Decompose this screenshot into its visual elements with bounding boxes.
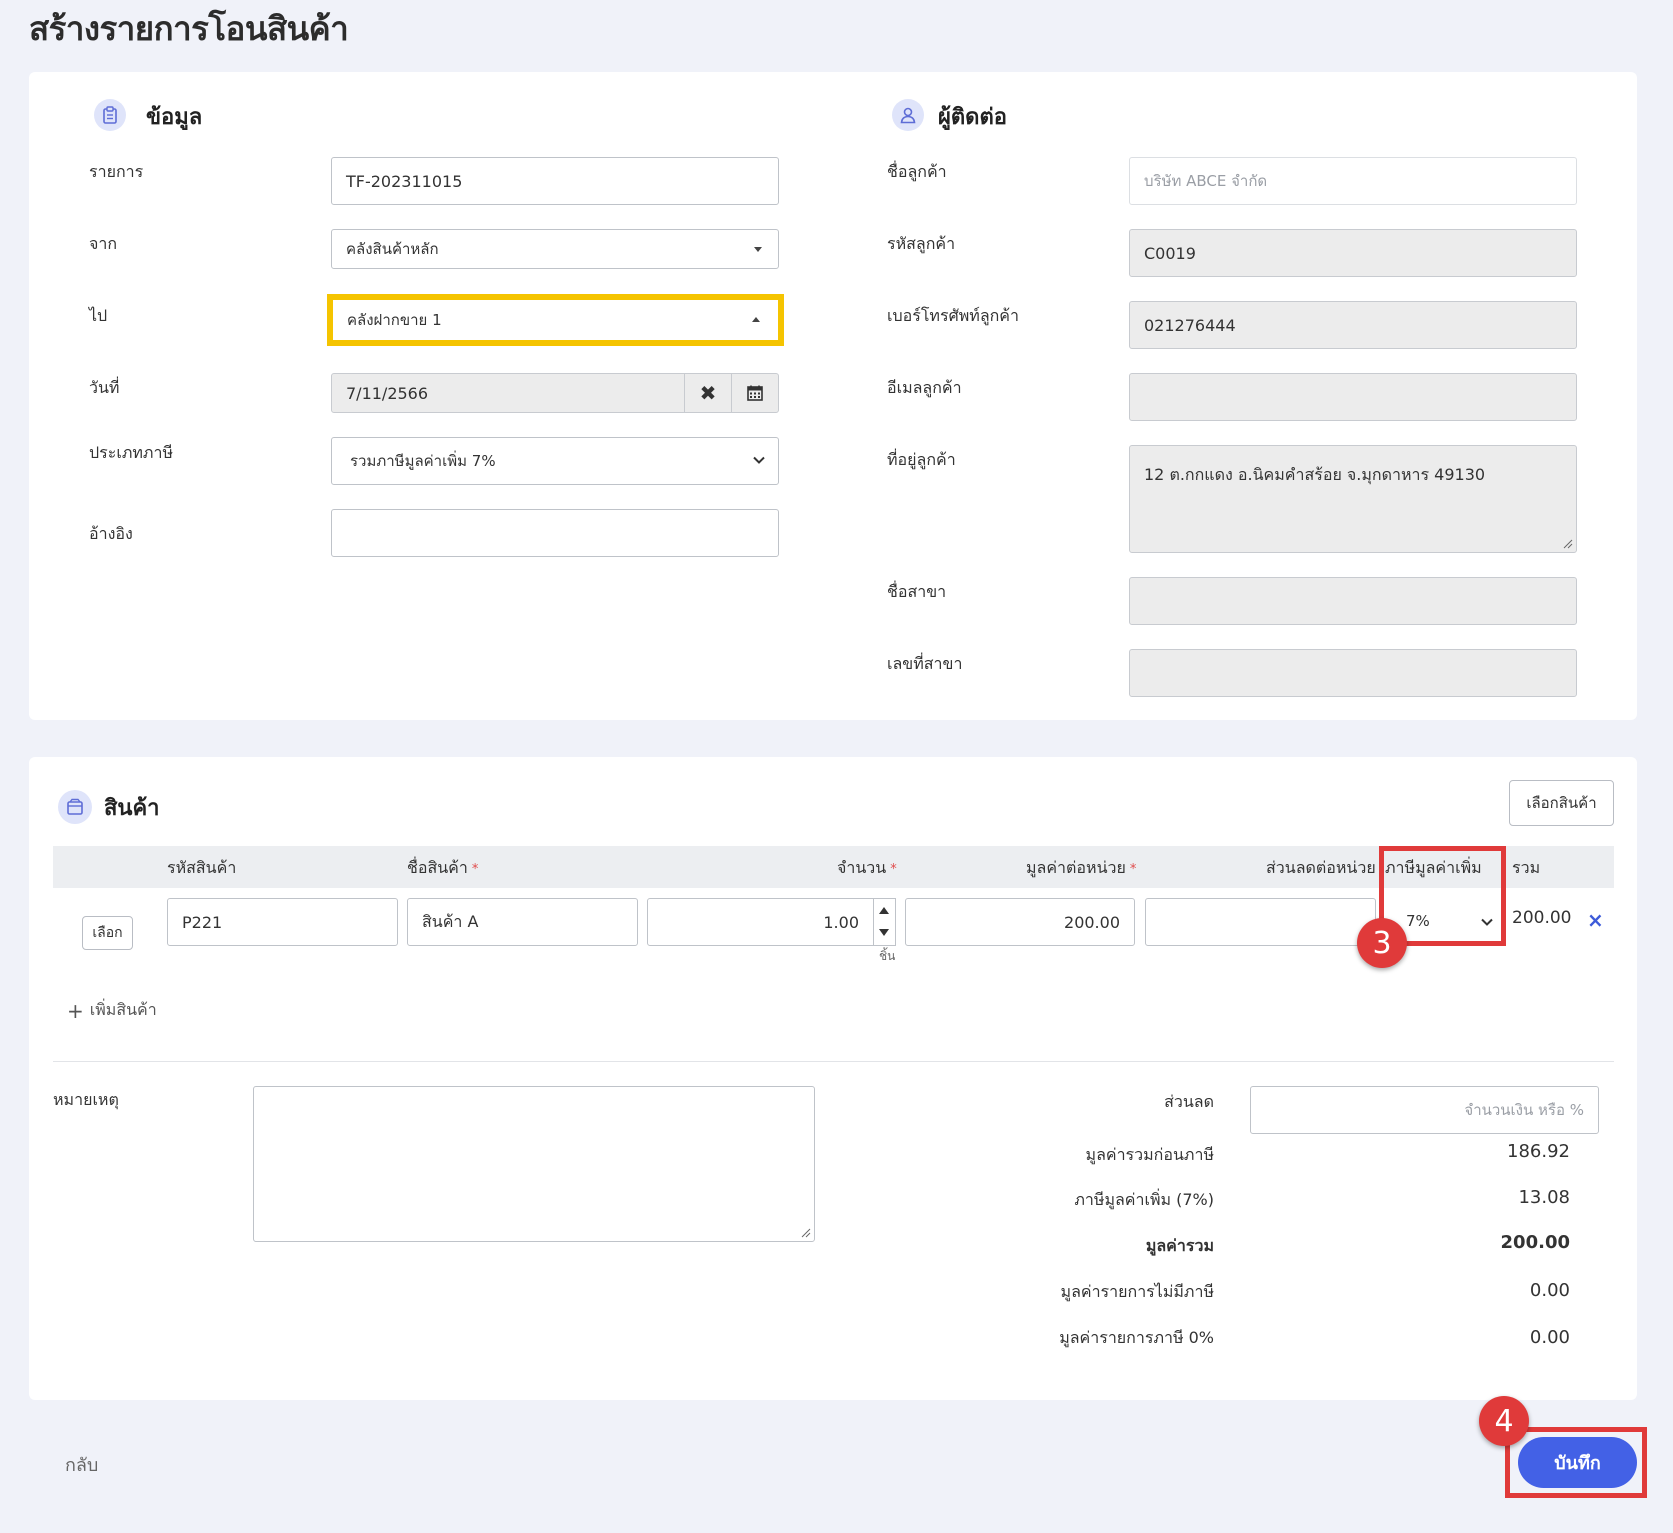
date-input[interactable]: 7/11/2566: [331, 373, 685, 413]
address-value: 12 ต.กกแดง อ.นิคมคำสร้อย จ.มุกดาหาร 4913…: [1144, 465, 1486, 484]
col-header-total: รวม: [1512, 858, 1541, 877]
email-label: อีเมลลูกค้า: [887, 378, 962, 397]
tax-type-select[interactable]: รวมภาษีมูลค่าเพิ่ม 7%: [331, 437, 779, 485]
row-discount-input[interactable]: [1145, 898, 1376, 946]
row-unit-price-input[interactable]: 200.00: [905, 898, 1135, 946]
contact-section-title: ผู้ติดต่อ: [938, 105, 1007, 130]
add-product-label: เพิ่มสินค้า: [89, 1000, 157, 1019]
row-total-value: 200.00: [1512, 908, 1572, 928]
to-select[interactable]: คลังฝากขาย 1: [335, 302, 776, 338]
customer-name-label: ชื่อลูกค้า: [887, 162, 947, 181]
tax-type-label: ประเภทภาษี: [89, 443, 173, 462]
qty-stepper[interactable]: [874, 898, 896, 946]
add-product-link[interactable]: + เพิ่มสินค้า: [67, 998, 157, 1023]
phone-input[interactable]: 021276444: [1129, 301, 1577, 349]
date-label: วันที่: [89, 378, 120, 397]
clipboard-icon: [94, 99, 126, 131]
row-unit-label: ชิ้น: [879, 949, 896, 963]
products-section-title: สินค้า: [104, 796, 160, 821]
row-qty-input[interactable]: 1.00: [647, 898, 874, 946]
col-header-qty: จำนวน *: [837, 856, 897, 881]
row-code-input[interactable]: P221: [167, 898, 398, 946]
box-icon: [58, 790, 92, 824]
col-header-code: รหัสสินค้า: [167, 858, 237, 877]
doc-no-label: รายการ: [89, 162, 144, 181]
plus-icon: +: [67, 998, 84, 1023]
divider: [53, 1061, 1614, 1062]
customer-name-input[interactable]: บริษัท ABCE จำกัด: [1129, 157, 1577, 205]
to-select-value: คลังฝากขาย 1: [347, 311, 442, 329]
step-4-badge: 4: [1479, 1396, 1529, 1446]
info-section-title: ข้อมูล: [146, 105, 203, 130]
col-header-name: ชื่อสินค้า *: [407, 856, 478, 881]
vat-label: ภาษีมูลค่าเพิ่ม (7%): [1074, 1190, 1214, 1209]
col-header-qty-text: จำนวน: [837, 858, 887, 877]
required-mark: *: [890, 862, 897, 877]
from-select[interactable]: คลังสินค้าหลัก: [331, 229, 779, 269]
branch-no-label: เลขที่สาขา: [887, 654, 963, 673]
resize-handle-icon: [801, 1228, 811, 1238]
address-textarea[interactable]: 12 ต.กกแดง อ.นิคมคำสร้อย จ.มุกดาหาร 4913…: [1129, 445, 1577, 553]
subtotal-label: มูลค่ารวมก่อนภาษี: [1085, 1145, 1214, 1164]
zero-tax-label: มูลค่ารายการภาษี 0%: [1059, 1328, 1214, 1347]
zero-tax-value: 0.00: [1529, 1327, 1570, 1348]
required-mark: *: [1129, 862, 1137, 877]
calendar-icon: [747, 385, 763, 401]
calendar-button[interactable]: [731, 373, 779, 413]
from-select-value: คลังสินค้าหลัก: [346, 240, 439, 258]
tax-type-value: รวมภาษีมูลค่าเพิ่ม 7%: [350, 452, 496, 470]
to-label: ไป: [89, 306, 108, 325]
select-products-button[interactable]: เลือกสินค้า: [1509, 780, 1614, 826]
user-icon: [892, 99, 924, 131]
reference-input[interactable]: [331, 509, 779, 557]
summary-discount-label: ส่วนลด: [1164, 1092, 1214, 1111]
branch-name-input[interactable]: [1129, 577, 1577, 625]
row-name-input[interactable]: สินค้า A: [407, 898, 638, 946]
qty-up-icon[interactable]: [879, 907, 889, 914]
save-button[interactable]: บันทึก: [1518, 1437, 1637, 1488]
reference-label: อ้างอิง: [89, 524, 133, 543]
row-select-button[interactable]: เลือก: [82, 916, 133, 950]
notes-label: หมายเหตุ: [53, 1090, 119, 1109]
non-taxable-value: 0.00: [1529, 1280, 1570, 1301]
email-input[interactable]: [1129, 373, 1577, 421]
customer-code-input[interactable]: C0019: [1129, 229, 1577, 277]
col-header-unit-price: มูลค่าต่อหน่วย *: [1026, 856, 1136, 881]
branch-no-input[interactable]: [1129, 649, 1577, 697]
doc-no-input[interactable]: TF-202311015: [331, 157, 779, 205]
resize-handle-icon: [1563, 539, 1573, 549]
back-link[interactable]: กลับ: [65, 1450, 98, 1479]
grand-total-value: 200.00: [1500, 1232, 1570, 1253]
grand-total-label: มูลค่ารวม: [1145, 1236, 1214, 1255]
step-3-badge: 3: [1357, 918, 1407, 968]
row-qty-value: 1.00: [823, 912, 859, 932]
from-label: จาก: [89, 234, 118, 253]
remove-row-icon[interactable]: ×: [1587, 908, 1604, 932]
chevron-down-icon: [753, 456, 765, 464]
required-mark: *: [471, 862, 479, 877]
address-label: ที่อยู่ลูกค้า: [887, 450, 956, 469]
subtotal-value: 186.92: [1507, 1141, 1570, 1162]
col-header-name-text: ชื่อสินค้า: [407, 858, 468, 877]
customer-code-label: รหัสลูกค้า: [887, 234, 956, 253]
branch-name-label: ชื่อสาขา: [887, 582, 947, 601]
page-title: สร้างรายการโอนสินค้า: [29, 9, 349, 48]
summary-discount-input[interactable]: จำนวนเงิน หรือ %: [1250, 1086, 1599, 1134]
qty-down-icon[interactable]: [879, 929, 889, 936]
notes-textarea[interactable]: [253, 1086, 815, 1242]
non-taxable-label: มูลค่ารายการไม่มีภาษี: [1060, 1282, 1214, 1301]
close-icon: ✖: [699, 381, 717, 405]
col-header-unit-price-text: มูลค่าต่อหน่วย: [1026, 858, 1126, 877]
col-header-discount: ส่วนลดต่อหน่วย: [1266, 858, 1376, 877]
phone-label: เบอร์โทรศัพท์ลูกค้า: [887, 306, 1019, 325]
clear-date-button[interactable]: ✖: [684, 373, 732, 413]
vat-value: 13.08: [1518, 1187, 1570, 1208]
